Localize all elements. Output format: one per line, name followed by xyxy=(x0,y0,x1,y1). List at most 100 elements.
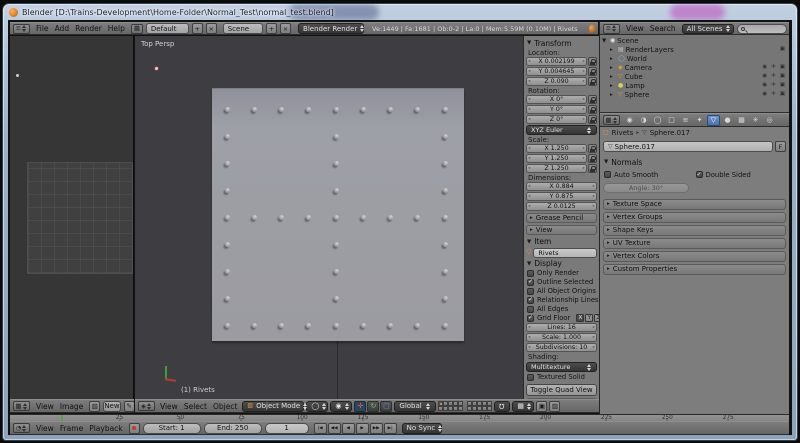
outliner-item-sphere[interactable]: ▸▽Sphere◉✛▣ xyxy=(602,90,787,99)
editor-type-button[interactable]: ▦ xyxy=(13,401,30,411)
lock-icon[interactable] xyxy=(588,115,597,124)
auto-smooth-option[interactable]: Auto Smooth xyxy=(603,171,695,180)
transform-orientation-selector[interactable]: Global xyxy=(394,401,436,412)
breadcrumb-object[interactable]: Rivets xyxy=(612,129,634,137)
opengl-render-anim-button[interactable]: ▨ xyxy=(549,401,560,412)
title-bar[interactable]: Blender [D:\Trains-Development\Home-Fold… xyxy=(3,4,797,20)
number-field[interactable]: Z 1.250 xyxy=(526,164,587,173)
pivot-point-selector[interactable]: ◉ xyxy=(330,401,352,412)
restrict-render-icon[interactable]: ▣ xyxy=(780,83,785,89)
menu-image[interactable]: Image xyxy=(57,402,87,411)
outliner-item-world[interactable]: ▸◯World xyxy=(602,54,787,63)
expand-icon[interactable]: ▸ xyxy=(610,56,616,62)
screen-layout-selector[interactable]: Default xyxy=(146,23,189,34)
jump-start-button[interactable]: |◀ xyxy=(314,423,327,434)
panel-texture-space[interactable]: ▸Texture Space xyxy=(603,199,786,211)
checkbox[interactable]: ✓ xyxy=(527,279,534,286)
option-all-object-origins[interactable]: All Object Origins xyxy=(526,287,597,296)
viewport-shading-selector[interactable]: ◯ xyxy=(306,401,328,412)
option-outline-selected[interactable]: ✓Outline Selected xyxy=(526,278,597,287)
2d-cursor[interactable] xyxy=(16,74,19,77)
double-sided-checkbox[interactable]: ✓ xyxy=(696,171,703,178)
checkbox[interactable] xyxy=(527,270,534,277)
option-all-edges[interactable]: All Edges xyxy=(526,305,597,314)
3d-viewport[interactable]: Top Persp (1) Rivets xyxy=(135,36,523,399)
panel-vertex-colors[interactable]: ▸Vertex Colors xyxy=(603,251,786,263)
normals-panel-header[interactable]: ▼Normals xyxy=(603,157,786,167)
outliner-item-scene[interactable]: ▼◉Scene xyxy=(602,36,787,45)
number-field[interactable]: X 0.002199 xyxy=(526,57,587,66)
new-image-button[interactable]: New xyxy=(103,401,120,412)
panel-grease-pencil[interactable]: ▸Grease Pencil xyxy=(526,213,597,224)
editor-type-button[interactable]: ◔ xyxy=(13,423,30,433)
tab-particles[interactable]: ✳ xyxy=(749,115,762,126)
number-field[interactable]: Y 0° xyxy=(526,105,587,114)
outliner-search-input[interactable] xyxy=(737,24,787,34)
number-field[interactable]: Z 0.0125 xyxy=(526,202,597,211)
restrict-render-icon[interactable]: ▣ xyxy=(780,74,785,80)
collapse-icon[interactable]: ▼ xyxy=(602,38,608,44)
opengl-render-button[interactable]: ▣ xyxy=(536,401,547,412)
restrict-select-icon[interactable]: ✛ xyxy=(771,83,776,89)
outliner-item-camera[interactable]: ▸◆Camera◉✛▣ xyxy=(602,63,787,72)
menu-view[interactable]: View xyxy=(157,402,181,411)
timeline-ruler[interactable]: 255075100125150175200225250275 xyxy=(10,414,789,421)
object-name-field[interactable]: Rivets xyxy=(533,248,597,258)
play-reverse-button[interactable]: ◀ xyxy=(342,423,355,434)
lock-icon[interactable] xyxy=(588,154,597,163)
grid-axis-y-toggle[interactable]: Y xyxy=(585,314,593,322)
menu-add[interactable]: Add xyxy=(52,24,73,33)
number-field[interactable]: Y 1.250 xyxy=(526,154,587,163)
layer-toggle[interactable] xyxy=(458,406,463,411)
auto-smooth-checkbox[interactable] xyxy=(604,171,611,178)
breadcrumb-data[interactable]: Sphere.017 xyxy=(650,129,690,137)
lock-icon[interactable] xyxy=(588,67,597,76)
item-panel-header[interactable]: ▼Item xyxy=(526,237,597,247)
textured-solid-option[interactable]: Textured Solid xyxy=(526,373,597,382)
number-field[interactable]: Scale: 1.000 xyxy=(526,333,597,342)
auto-smooth-angle-slider[interactable]: Angle: 30° xyxy=(603,183,689,193)
toggle-quad-view-button[interactable]: Toggle Quad View xyxy=(526,384,597,396)
editor-type-button[interactable]: ◈ xyxy=(138,401,155,411)
screen-layout-icon[interactable]: ▦ xyxy=(131,24,143,34)
shading-mode-selector[interactable]: Multitexture xyxy=(526,362,597,372)
snap-element-selector[interactable]: ▦ xyxy=(512,401,534,412)
lock-icon[interactable] xyxy=(588,164,597,173)
current-frame-field[interactable]: 1 xyxy=(265,423,309,434)
outliner-filter-selector[interactable]: All Scenes xyxy=(682,24,734,34)
panel-custom-properties[interactable]: ▸Custom Properties xyxy=(603,264,786,276)
grid-axis-x-toggle[interactable]: X xyxy=(576,314,584,322)
number-field[interactable]: Y 0.875 xyxy=(526,192,597,201)
mode-selector[interactable]: ▧ Object Mode xyxy=(242,401,304,412)
snap-toggle-button[interactable]: Ω xyxy=(494,401,510,412)
restrict-render-icon[interactable]: ▣ xyxy=(780,65,785,71)
option-relationship-lines[interactable]: ✓Relationship Lines xyxy=(526,296,597,305)
delete-scene-button[interactable]: × xyxy=(280,23,291,34)
lock-icon[interactable] xyxy=(588,105,597,114)
3d-cursor[interactable] xyxy=(155,67,158,70)
restrict-select-icon[interactable]: ✛ xyxy=(771,74,776,80)
tab-material[interactable]: ● xyxy=(721,115,734,126)
add-layout-button[interactable]: + xyxy=(192,23,203,34)
sync-mode-selector[interactable]: No Sync xyxy=(402,423,442,434)
tab-constraints[interactable]: ≡ xyxy=(679,115,692,126)
play-button[interactable]: ▶ xyxy=(356,423,369,434)
editor-type-button[interactable]: ▦ xyxy=(603,115,620,125)
tab-texture[interactable]: ▦ xyxy=(735,115,748,126)
number-field[interactable]: Z 0° xyxy=(526,115,587,124)
menu-view[interactable]: View xyxy=(623,24,647,33)
delete-layout-button[interactable]: × xyxy=(206,23,217,34)
grid-floor-option[interactable]: ✓ Grid Floor XYZ xyxy=(526,314,597,323)
checkbox[interactable] xyxy=(527,306,534,313)
expand-icon[interactable]: ▸ xyxy=(610,65,616,71)
jump-end-button[interactable]: ▶| xyxy=(384,423,397,434)
panel-uv-texture[interactable]: ▸UV Texture xyxy=(603,238,786,250)
restrict-select-icon[interactable]: ✛ xyxy=(771,65,776,71)
panel-vertex-groups[interactable]: ▸Vertex Groups xyxy=(603,212,786,224)
textured-solid-checkbox[interactable] xyxy=(527,374,534,381)
number-field[interactable]: Subdivisions: 10 xyxy=(526,343,597,352)
double-sided-option[interactable]: ✓ Double Sided xyxy=(695,171,787,180)
grid-floor-checkbox[interactable]: ✓ xyxy=(527,315,534,322)
number-field[interactable]: X 1.250 xyxy=(526,144,587,153)
layer-toggle[interactable] xyxy=(487,406,492,411)
